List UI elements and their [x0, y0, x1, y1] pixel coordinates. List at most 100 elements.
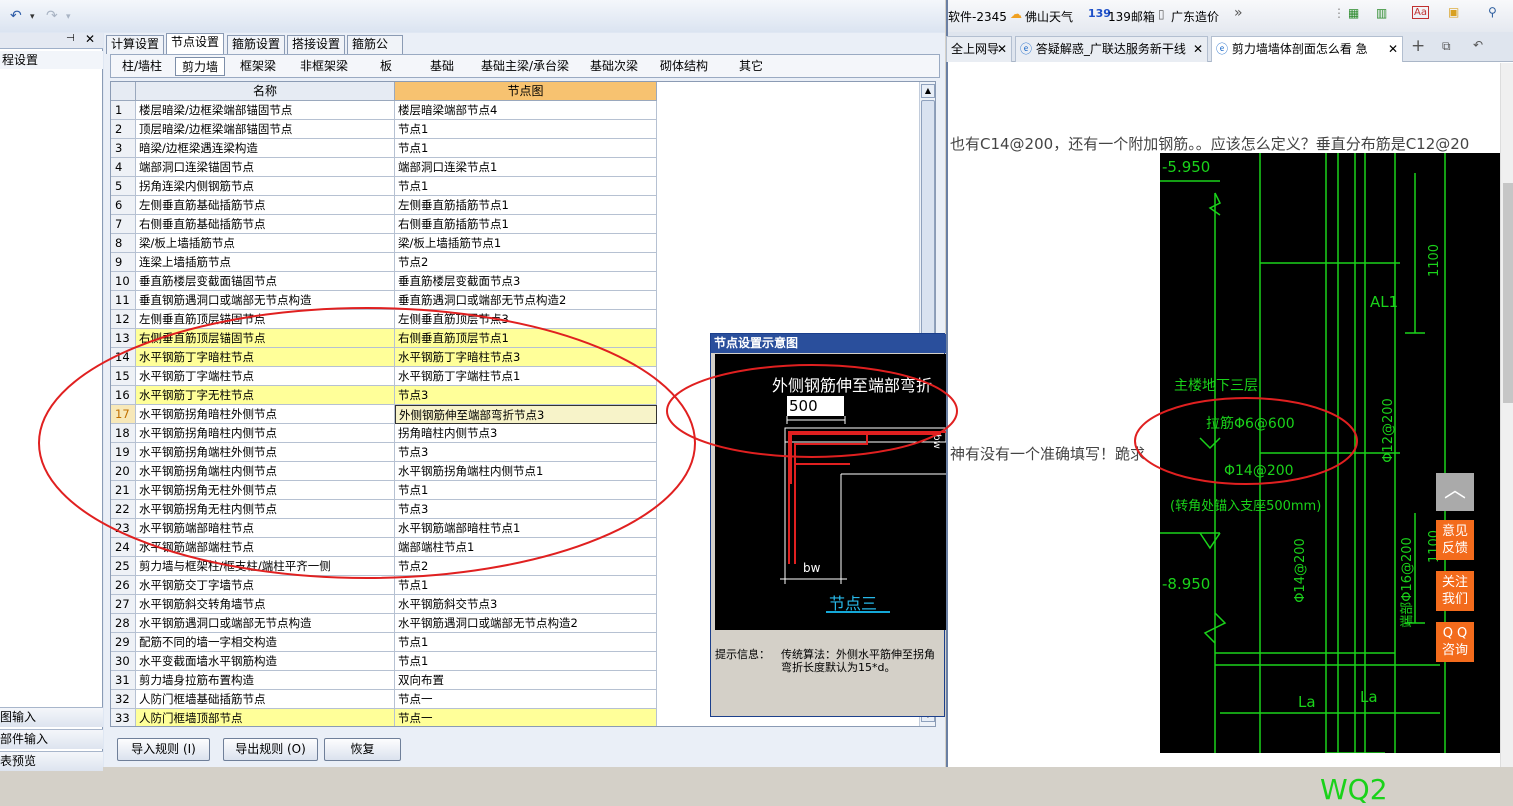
- row-node-value[interactable]: 节点1: [395, 139, 657, 158]
- row-node-value[interactable]: 节点1: [395, 576, 657, 595]
- table-row[interactable]: 33 人防门框墙顶部节点 节点一: [111, 709, 657, 726]
- row-node-value[interactable]: 节点1: [395, 652, 657, 671]
- table-row[interactable]: 21 水平钢筋拐角无柱外侧节点 节点1: [111, 481, 657, 500]
- sub-tab-1[interactable]: 柱/墙柱: [113, 57, 171, 76]
- sub-tab-8[interactable]: 基础次梁: [581, 57, 647, 76]
- sub-tab-4[interactable]: 非框架梁: [291, 57, 357, 76]
- table-row[interactable]: 14 水平钢筋丁字暗柱节点 水平钢筋丁字暗柱节点3: [111, 348, 657, 367]
- table-row[interactable]: 8 梁/板上墙插筋节点 梁/板上墙插筋节点1: [111, 234, 657, 253]
- table-row[interactable]: 7 右侧垂直筋基础插筋节点 右侧垂直筋插筋节点1: [111, 215, 657, 234]
- left-panel-item-1[interactable]: 图输入: [0, 707, 103, 727]
- table-row[interactable]: 25 剪力墙与框架柱/框支柱/端柱平齐一侧 节点2: [111, 557, 657, 576]
- table-row[interactable]: 2 顶层暗梁/边框梁端部锚固节点 节点1: [111, 120, 657, 139]
- table-row[interactable]: 31 剪力墙身拉筋布置构造 双向布置: [111, 671, 657, 690]
- table-row[interactable]: 17 水平钢筋拐角暗柱外侧节点 外侧钢筋伸至端部弯折节点3: [111, 405, 657, 424]
- sub-tab-5[interactable]: 板: [363, 57, 409, 76]
- bookmark-139mail[interactable]: 139邮箱: [1108, 8, 1155, 25]
- feedback-button[interactable]: 意见 反馈: [1436, 520, 1474, 560]
- top-tab-5[interactable]: 箍筋公式: [347, 35, 403, 68]
- pdf-icon[interactable]: Aa: [1412, 6, 1429, 19]
- row-node-value[interactable]: 端部洞口连梁节点1: [395, 158, 657, 177]
- redo-icon[interactable]: ↷: [46, 8, 58, 24]
- row-node-value[interactable]: 左侧垂直筋插筋节点1: [395, 196, 657, 215]
- browser-tab-2[interactable]: ⓔ 答疑解惑_广联达服务新干线 ✕: [1015, 36, 1208, 62]
- row-node-value[interactable]: 楼层暗梁端部节点4: [395, 101, 657, 120]
- bookmark-gd-cost[interactable]: 广东造价: [1171, 8, 1219, 25]
- table-row[interactable]: 10 垂直筋楼层变截面锚固节点 垂直筋楼层变截面节点3: [111, 272, 657, 291]
- table-row[interactable]: 9 连梁上墙插筋节点 节点2: [111, 253, 657, 272]
- row-node-value[interactable]: 拐角暗柱内侧节点3: [395, 424, 657, 443]
- row-node-value[interactable]: 外侧钢筋伸至端部弯折节点3: [395, 405, 657, 424]
- row-node-value[interactable]: 水平钢筋丁字暗柱节点3: [395, 348, 657, 367]
- table-row[interactable]: 23 水平钢筋端部暗柱节点 水平钢筋端部暗柱节点1: [111, 519, 657, 538]
- menu-dots-icon[interactable]: ⋮: [1333, 6, 1345, 20]
- restore-tab-icon[interactable]: ↶: [1473, 38, 1483, 52]
- bookmark-weather[interactable]: 佛山天气: [1025, 8, 1073, 25]
- sub-tab-10[interactable]: 其它: [723, 57, 779, 76]
- table-row[interactable]: 18 水平钢筋拐角暗柱内侧节点 拐角暗柱内侧节点3: [111, 424, 657, 443]
- browser-tab-1[interactable]: 全上网导 ✕: [946, 36, 1012, 62]
- table-row[interactable]: 12 左侧垂直筋顶层锚固节点 左侧垂直筋顶层节点3: [111, 310, 657, 329]
- pin-icon[interactable]: ⊣: [66, 33, 75, 44]
- row-node-value[interactable]: 节点3: [395, 386, 657, 405]
- tab-2-close-icon[interactable]: ✕: [1190, 37, 1203, 61]
- table-row[interactable]: 24 水平钢筋端部端柱节点 端部端柱节点1: [111, 538, 657, 557]
- book-icon[interactable]: ▥: [1376, 6, 1387, 20]
- top-tab-4[interactable]: 搭接设置: [287, 35, 345, 54]
- row-node-value[interactable]: 节点1: [395, 633, 657, 652]
- table-row[interactable]: 27 水平钢筋斜交转角墙节点 水平钢筋斜交节点3: [111, 595, 657, 614]
- row-node-value[interactable]: 水平钢筋遇洞口或端部无节点构造2: [395, 614, 657, 633]
- bookmark-2345[interactable]: 软件-2345: [948, 8, 1007, 25]
- row-node-value[interactable]: 水平钢筋拐角端柱内侧节点1: [395, 462, 657, 481]
- top-tab-3[interactable]: 箍筋设置: [227, 35, 285, 54]
- table-row[interactable]: 22 水平钢筋拐角无柱内侧节点 节点3: [111, 500, 657, 519]
- sub-tab-7[interactable]: 基础主梁/承台梁: [475, 57, 575, 76]
- table-row[interactable]: 6 左侧垂直筋基础插筋节点 左侧垂直筋插筋节点1: [111, 196, 657, 215]
- tab-3-close-icon[interactable]: ✕: [1385, 37, 1398, 61]
- sub-tab-3[interactable]: 框架梁: [231, 57, 285, 76]
- table-row[interactable]: 26 水平钢筋交丁字墙节点 节点1: [111, 576, 657, 595]
- scroll-up-icon[interactable]: ▲: [921, 84, 935, 98]
- undo-dropdown-icon[interactable]: ▾: [30, 12, 35, 22]
- browser-scroll-thumb[interactable]: [1503, 183, 1513, 403]
- restore-button[interactable]: 恢复: [324, 738, 401, 761]
- sub-tab-9[interactable]: 砌体结构: [651, 57, 717, 76]
- row-node-value[interactable]: 端部端柱节点1: [395, 538, 657, 557]
- row-node-value[interactable]: 节点3: [395, 500, 657, 519]
- row-node-value[interactable]: 双向布置: [395, 671, 657, 690]
- table-row[interactable]: 28 水平钢筋遇洞口或端部无节点构造 水平钢筋遇洞口或端部无节点构造2: [111, 614, 657, 633]
- close-icon[interactable]: ✕: [85, 32, 95, 46]
- tab-list-icon[interactable]: ⧉: [1442, 39, 1451, 54]
- table-row[interactable]: 29 配筋不同的墙一字相交构造 节点1: [111, 633, 657, 652]
- row-node-value[interactable]: 节点1: [395, 120, 657, 139]
- row-node-value[interactable]: 水平钢筋丁字端柱节点1: [395, 367, 657, 386]
- row-node-value[interactable]: 节点2: [395, 253, 657, 272]
- table-row[interactable]: 4 端部洞口连梁锚固节点 端部洞口连梁节点1: [111, 158, 657, 177]
- row-node-value[interactable]: 梁/板上墙插筋节点1: [395, 234, 657, 253]
- row-node-value[interactable]: 节点一: [395, 690, 657, 709]
- table-row[interactable]: 15 水平钢筋丁字端柱节点 水平钢筋丁字端柱节点1: [111, 367, 657, 386]
- tool-icon[interactable]: ▣: [1448, 5, 1459, 19]
- browser-scrollbar[interactable]: [1500, 63, 1513, 767]
- left-panel-item-3[interactable]: 表预览: [0, 751, 103, 771]
- table-row[interactable]: 19 水平钢筋拐角端柱外侧节点 节点3: [111, 443, 657, 462]
- table-row[interactable]: 32 人防门框墙基础插筋节点 节点一: [111, 690, 657, 709]
- table-row[interactable]: 20 水平钢筋拐角端柱内侧节点 水平钢筋拐角端柱内侧节点1: [111, 462, 657, 481]
- row-node-value[interactable]: 垂直筋遇洞口或端部无节点构造2: [395, 291, 657, 310]
- sub-tab-6[interactable]: 基础: [413, 57, 471, 76]
- table-row[interactable]: 16 水平钢筋丁字无柱节点 节点3: [111, 386, 657, 405]
- left-panel-item-2[interactable]: 部件输入: [0, 729, 103, 749]
- qq-consult-button[interactable]: Q Q 咨询: [1436, 622, 1474, 662]
- table-row[interactable]: 5 拐角连梁内侧钢筋节点 节点1: [111, 177, 657, 196]
- top-tab-2[interactable]: 节点设置: [166, 33, 224, 54]
- table-row[interactable]: 30 水平变截面墙水平钢筋构造 节点1: [111, 652, 657, 671]
- more-bookmarks-icon[interactable]: »: [1234, 5, 1243, 21]
- apps-icon[interactable]: ▦: [1348, 6, 1359, 20]
- tab-1-close-icon[interactable]: ✕: [997, 37, 1007, 61]
- row-node-value[interactable]: 节点1: [395, 177, 657, 196]
- import-rules-button[interactable]: 导入规则 (I): [117, 738, 210, 761]
- new-tab-icon[interactable]: +: [1411, 36, 1425, 56]
- row-node-value[interactable]: 节点2: [395, 557, 657, 576]
- row-node-value[interactable]: 右侧垂直筋顶层节点1: [395, 329, 657, 348]
- sub-tab-2[interactable]: 剪力墙: [175, 57, 225, 76]
